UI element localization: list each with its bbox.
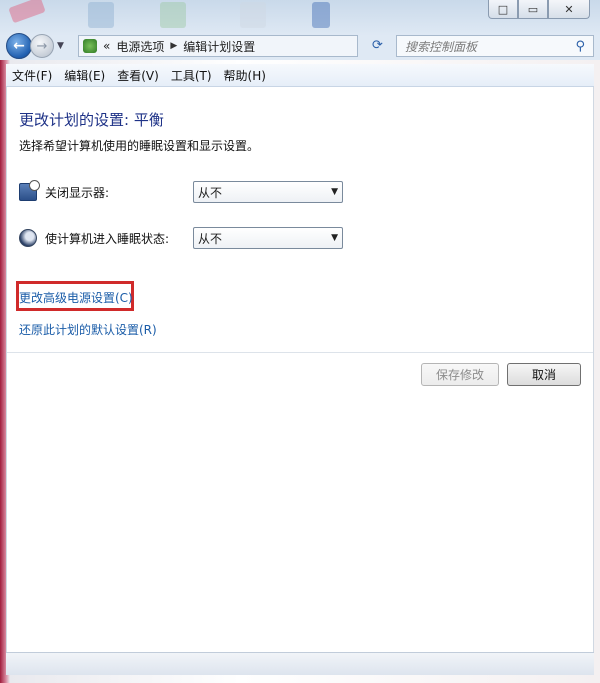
menu-help[interactable]: 帮助(H) <box>218 67 272 84</box>
maximize-icon: ▭ <box>527 2 539 16</box>
menu-file[interactable]: 文件(F) <box>6 67 58 84</box>
close-icon: ✕ <box>564 2 574 16</box>
display-off-value: 从不 <box>198 185 223 200</box>
forward-button[interactable]: → <box>30 34 54 58</box>
desktop-icon <box>160 2 186 28</box>
sleep-setting: 使计算机进入睡眠状态: 从不 ▼ <box>19 227 343 249</box>
chevron-down-icon: ▼ <box>331 187 338 197</box>
page-description: 选择希望计算机使用的睡眠设置和显示设置。 <box>19 139 260 153</box>
breadcrumb-chevrons[interactable]: « <box>103 39 110 53</box>
breadcrumb-item-edit-plan[interactable]: 编辑计划设置 <box>183 38 255 55</box>
chevron-down-icon: ▼ <box>331 233 338 243</box>
minimize-button[interactable]: □ <box>488 0 518 19</box>
arrow-left-icon: ← <box>13 38 25 54</box>
display-off-setting: 关闭显示器: 从不 ▼ <box>19 180 343 203</box>
sleep-select[interactable]: 从不 ▼ <box>193 227 343 249</box>
sleep-moon-icon <box>19 229 37 247</box>
search-placeholder: 搜索控制面板 <box>405 39 478 54</box>
cancel-button[interactable]: 取消 <box>507 363 581 386</box>
desktop-icon <box>240 2 266 28</box>
desktop-icon <box>312 2 330 28</box>
desktop-icon <box>8 0 46 24</box>
menu-edit[interactable]: 编辑(E) <box>58 67 111 84</box>
search-icon[interactable]: ⚲ <box>575 39 585 54</box>
desktop-icon <box>88 2 114 28</box>
content-pane: 更改计划的设置: 平衡 选择希望计算机使用的睡眠设置和显示设置。 关闭显示器: … <box>6 87 594 653</box>
divider <box>7 352 593 353</box>
recent-pages-dropdown[interactable]: ▼ <box>57 41 64 51</box>
address-bar: ← → ▼ « 电源选项 ▶ 编辑计划设置 ⟳ 搜索控制面板 ⚲ <box>6 32 594 60</box>
control-panel-window: □ ▭ ✕ ← → ▼ « 电源选项 ▶ 编辑计划设置 ⟳ 搜索控制面板 ⚲ 文… <box>0 0 600 683</box>
arrow-right-icon: → <box>36 38 48 54</box>
search-input[interactable]: 搜索控制面板 ⚲ <box>396 35 594 57</box>
menu-bar: 文件(F) 编辑(E) 查看(V) 工具(T) 帮助(H) <box>6 64 594 87</box>
close-button[interactable]: ✕ <box>548 0 590 19</box>
page-title: 更改计划的设置: 平衡 <box>19 111 164 129</box>
restore-defaults-link[interactable]: 还原此计划的默认设置(R) <box>19 321 157 338</box>
chevron-right-icon[interactable]: ▶ <box>170 41 177 51</box>
display-off-label: 关闭显示器: <box>45 185 110 200</box>
caption-buttons: □ ▭ ✕ <box>488 0 590 19</box>
sleep-value: 从不 <box>198 231 223 246</box>
menu-view[interactable]: 查看(V) <box>111 67 165 84</box>
control-panel-icon <box>83 39 97 53</box>
advanced-power-settings-link[interactable]: 更改高级电源设置(C) <box>19 289 133 306</box>
breadcrumb-item-power-options[interactable]: 电源选项 <box>116 38 164 55</box>
refresh-icon[interactable]: ⟳ <box>372 38 383 53</box>
back-button[interactable]: ← <box>6 33 32 59</box>
display-off-select[interactable]: 从不 ▼ <box>193 181 343 203</box>
breadcrumb[interactable]: « 电源选项 ▶ 编辑计划设置 <box>78 35 358 57</box>
save-changes-button[interactable]: 保存修改 <box>421 363 499 386</box>
maximize-button[interactable]: ▭ <box>518 0 548 19</box>
sleep-label: 使计算机进入睡眠状态: <box>45 231 170 246</box>
monitor-icon <box>19 180 40 201</box>
minimize-icon: □ <box>497 2 509 16</box>
status-bar <box>6 652 594 675</box>
menu-tools[interactable]: 工具(T) <box>165 67 218 84</box>
